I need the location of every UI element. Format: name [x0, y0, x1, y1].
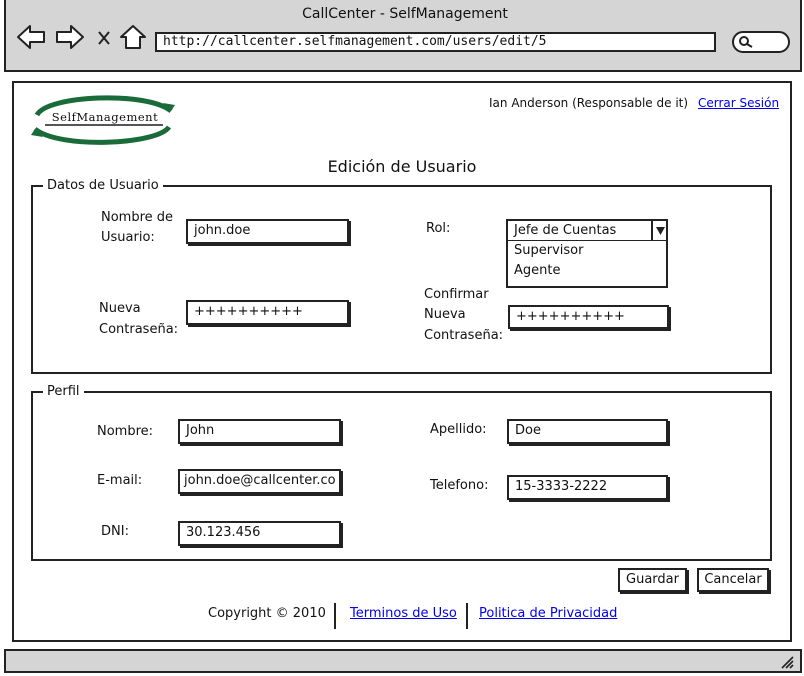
telefono-label: Telefono: [430, 478, 489, 493]
email-label: E-mail: [97, 473, 143, 488]
privacy-link[interactable]: Politica de Privacidad [479, 606, 617, 621]
username-label-line1: Nombre de [101, 210, 174, 225]
role-dropdown-list: Supervisor Agente [506, 241, 668, 288]
cancel-button[interactable]: Cancelar [697, 568, 769, 592]
copyright-text: Copyright © 2010 [208, 606, 326, 621]
username-label-line2: Usuario: [101, 230, 155, 245]
password-label-line2: Contraseña: [99, 322, 179, 337]
username-input[interactable]: john.doe [186, 219, 349, 244]
terms-link[interactable]: Terminos de Uso [350, 606, 457, 621]
home-icon[interactable] [119, 24, 147, 50]
role-label: Rol: [426, 221, 451, 236]
chevron-down-icon [656, 227, 665, 235]
nombre-label: Nombre: [97, 424, 154, 439]
logout-link[interactable]: Cerrar Sesión [698, 96, 779, 110]
datos-usuario-legend: Datos de Usuario [47, 178, 159, 193]
resize-grip-icon[interactable] [780, 655, 794, 669]
confirm-password-input[interactable]: ++++++++++ [508, 305, 669, 329]
telefono-input[interactable]: 15-3333-2222 [507, 475, 668, 500]
new-password-input[interactable]: ++++++++++ [186, 300, 349, 325]
perfil-legend: Perfil [47, 384, 80, 399]
footer-divider [334, 603, 336, 629]
dni-input[interactable]: 30.123.456 [178, 521, 341, 546]
forward-arrow-icon[interactable] [55, 24, 85, 50]
close-icon[interactable] [96, 24, 112, 50]
confirm-label-line3: Contraseña: [424, 328, 504, 343]
window-title: CallCenter - SelfManagement [302, 6, 508, 22]
confirm-label-line1: Confirmar [424, 287, 489, 302]
back-arrow-icon[interactable] [16, 24, 46, 50]
apellido-input[interactable]: Doe [507, 419, 668, 444]
current-user: Ian Anderson (Responsable de it) [489, 96, 689, 110]
perfil-section: Perfil [31, 384, 772, 561]
footer-divider [466, 603, 468, 629]
url-bar[interactable]: http://callcenter.selfmanagement.com/use… [155, 32, 716, 52]
role-select[interactable]: Jefe de Cuentas [506, 219, 668, 242]
confirm-label-line2: Nueva [424, 307, 466, 322]
status-bar [4, 649, 802, 673]
nombre-input[interactable]: John [178, 419, 341, 444]
page-title: Edición de Usuario [327, 157, 477, 176]
dni-label: DNI: [101, 524, 129, 539]
browser-search-field[interactable] [732, 31, 790, 53]
role-option[interactable]: Agente [514, 263, 560, 278]
logo: SelfManagement [29, 93, 177, 147]
apellido-label: Apellido: [430, 422, 487, 437]
role-option[interactable]: Supervisor [514, 243, 583, 258]
role-selected-value: Jefe de Cuentas [514, 223, 617, 238]
email-input[interactable]: john.doe@callcenter.co [178, 469, 341, 494]
logo-underline [45, 124, 163, 126]
select-divider [651, 219, 653, 242]
save-button[interactable]: Guardar [618, 568, 687, 592]
search-icon [739, 36, 753, 48]
password-label-line1: Nueva [99, 301, 141, 316]
logo-text: SelfManagement [51, 110, 159, 124]
